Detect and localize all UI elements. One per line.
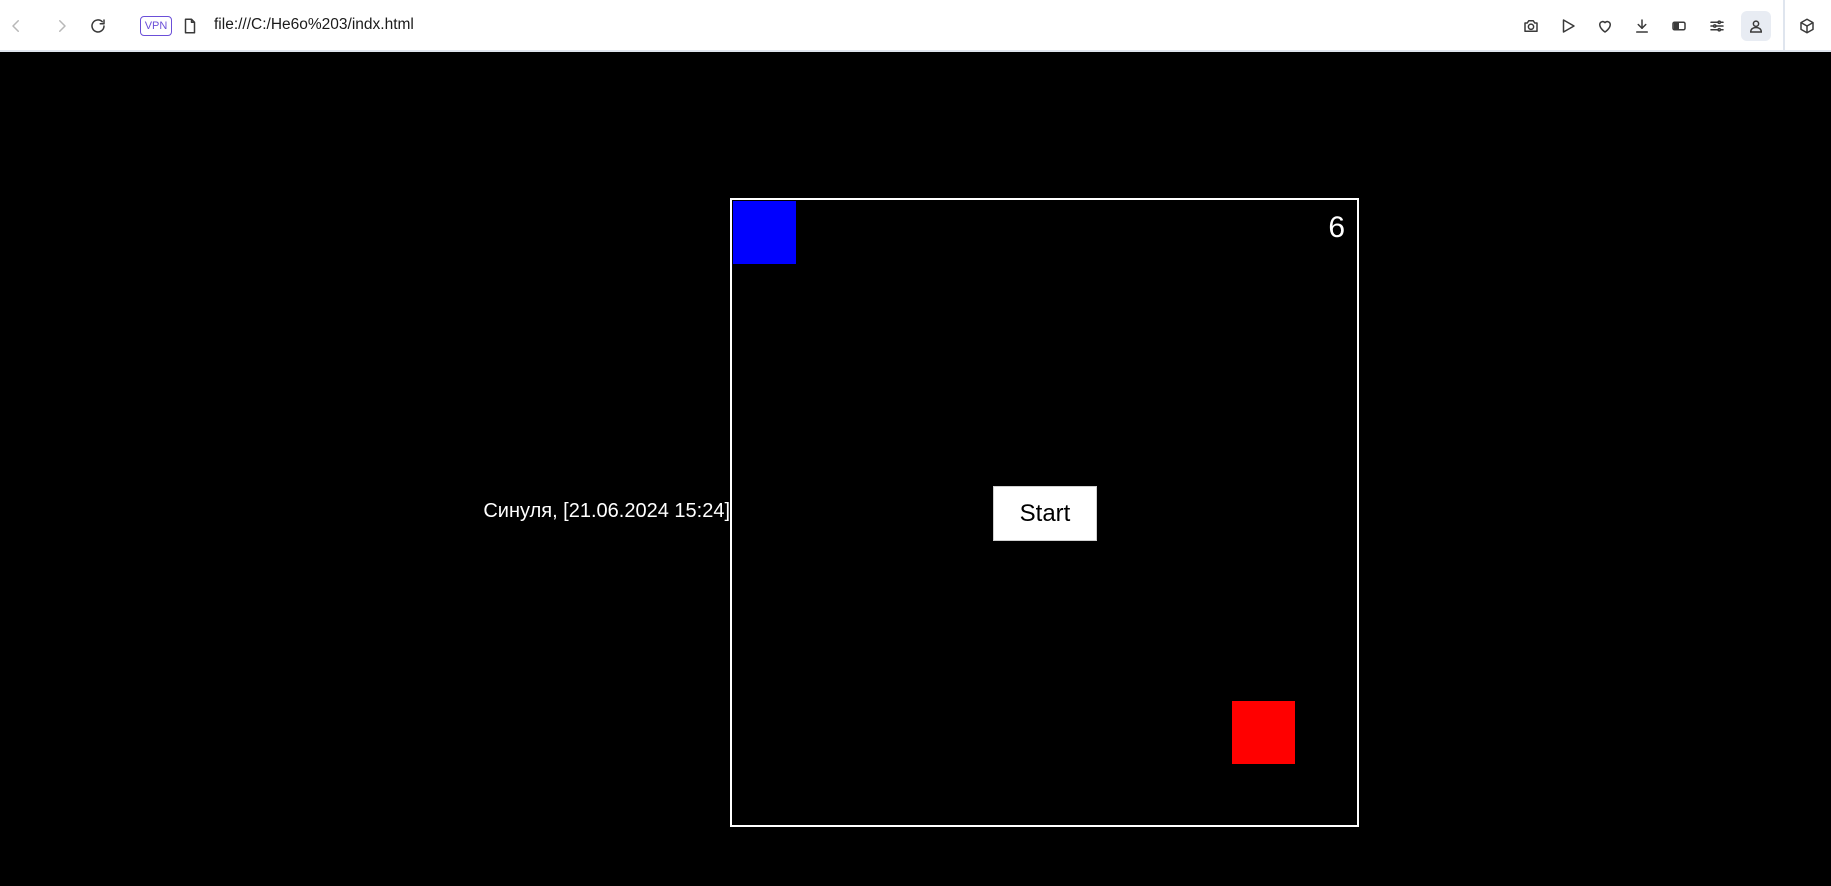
camera-icon[interactable] [1519, 14, 1543, 38]
score-counter: 6 [1328, 211, 1345, 244]
toolbar-separator [1783, 0, 1785, 52]
profile-icon[interactable] [1744, 14, 1768, 38]
settings-sliders-icon[interactable] [1705, 14, 1729, 38]
battery-icon[interactable] [1667, 14, 1691, 38]
download-icon[interactable] [1630, 14, 1654, 38]
browser-toolbar: VPN file:///C:/Не6о%203/indx.html [0, 0, 1831, 52]
send-icon[interactable] [1556, 14, 1580, 38]
forward-icon[interactable] [50, 14, 74, 38]
vpn-badge[interactable]: VPN [140, 16, 172, 36]
address-bar-url[interactable]: file:///C:/Не6о%203/indx.html [214, 16, 414, 34]
player-square [733, 201, 796, 264]
heart-icon[interactable] [1593, 14, 1617, 38]
enemy-square [1232, 701, 1295, 764]
start-button[interactable]: Start [993, 486, 1097, 541]
reload-icon[interactable] [86, 14, 110, 38]
file-icon[interactable] [178, 14, 202, 38]
back-icon[interactable] [4, 14, 28, 38]
chat-message-header: Синуля, [21.06.2024 15:24] [483, 500, 730, 522]
cube-icon[interactable] [1795, 14, 1819, 38]
